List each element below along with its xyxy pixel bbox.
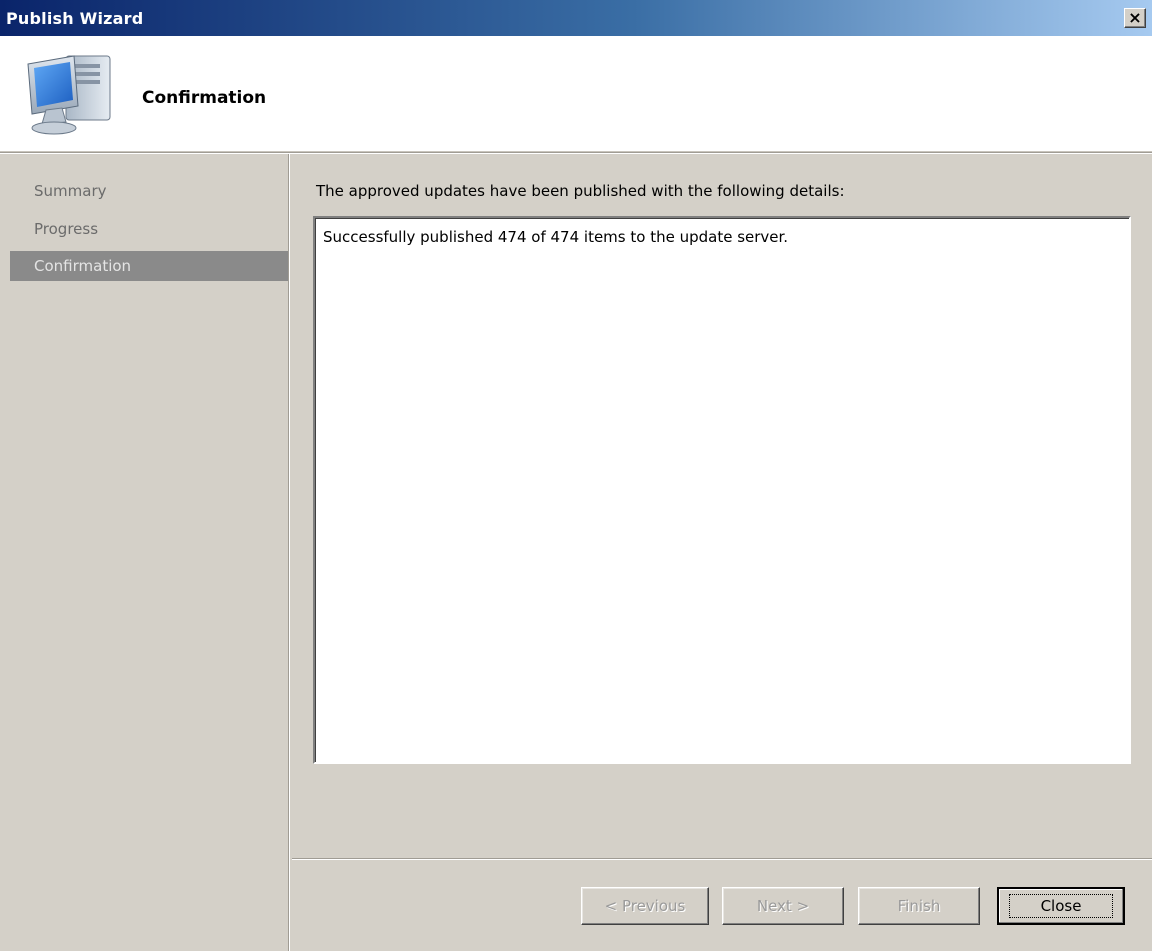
close-window-button[interactable]: × [1124,8,1146,28]
sidebar-item-label: Confirmation [34,257,132,275]
page-title: Confirmation [142,88,267,108]
wizard-header: Confirmation [0,36,1152,152]
sidebar-separator [288,154,289,951]
details-message: Successfully published 474 of 474 items … [323,228,789,246]
window-title: Publish Wizard [6,8,144,28]
instruction-text: The approved updates have been published… [316,182,845,200]
footer-divider [292,858,1152,860]
previous-button[interactable]: < Previous [581,887,709,925]
close-button[interactable]: Close [997,887,1125,925]
close-icon: × [1128,8,1142,27]
wizard-content: The approved updates have been published… [292,154,1152,951]
computer-monitor-icon [27,55,111,135]
sidebar-item-confirmation[interactable]: Confirmation [10,251,288,281]
sidebar-item-summary[interactable]: Summary [10,176,288,206]
wizard-steps-sidebar: Summary Progress Confirmation [0,154,290,951]
finish-button[interactable]: Finish [858,887,980,925]
close-button-label: Close [1040,897,1082,915]
window-title-bar[interactable]: Publish Wizard × [0,0,1152,36]
focus-rectangle: Close [1009,894,1113,918]
next-button-label: Next > [756,897,810,915]
sidebar-item-progress[interactable]: Progress [10,214,288,244]
sidebar-item-label: Progress [34,220,99,238]
details-textbox[interactable]: Successfully published 474 of 474 items … [313,216,1131,764]
next-button[interactable]: Next > [722,887,844,925]
sidebar-item-label: Summary [34,182,107,200]
finish-button-label: Finish [897,897,941,915]
previous-button-label: < Previous [604,897,686,915]
